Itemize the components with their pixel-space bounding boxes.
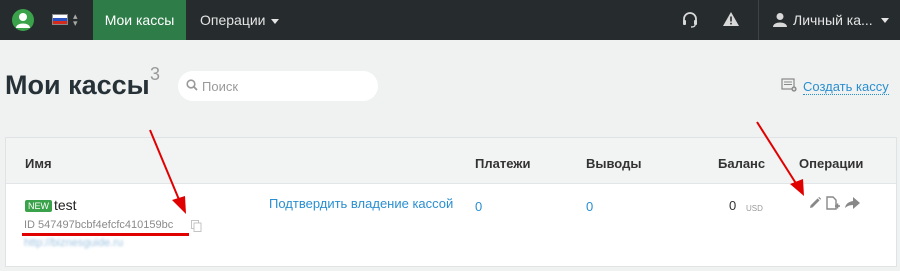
annotation-arrows — [149, 121, 804, 214]
annotation-arrow-id — [149, 129, 186, 214]
annotation-arrow-operations — [756, 121, 804, 196]
